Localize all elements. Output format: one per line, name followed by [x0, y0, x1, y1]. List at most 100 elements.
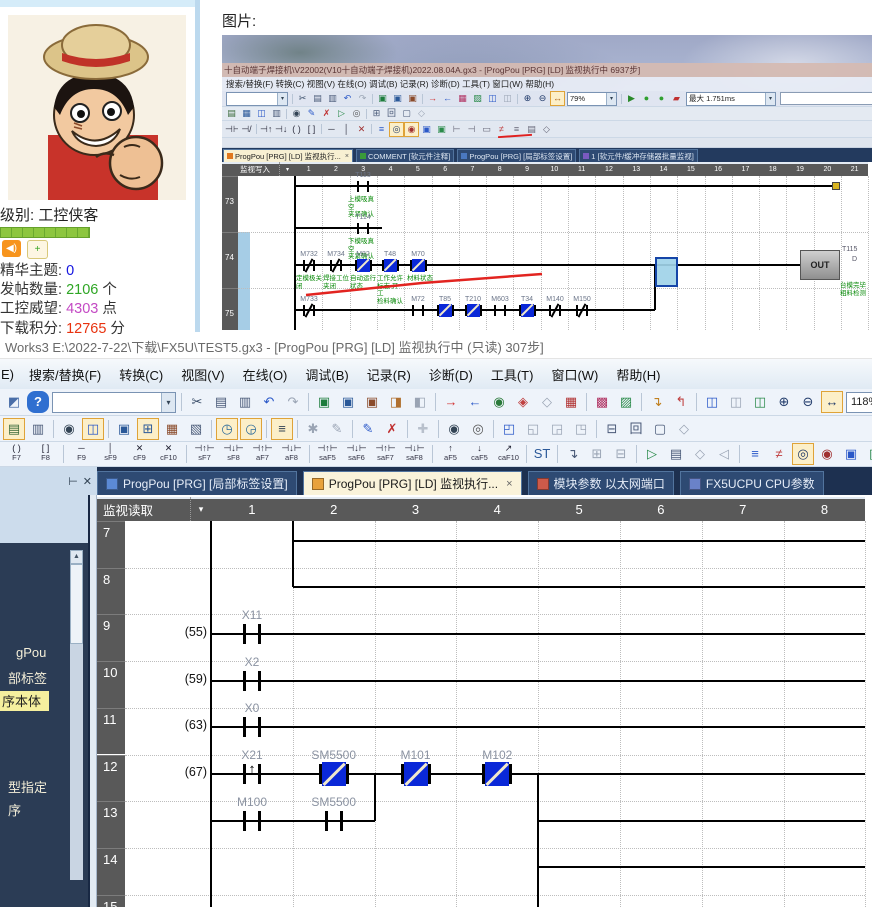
find-monitor-icon[interactable]: ◎ [792, 443, 814, 465]
find-combobox[interactable]: ▾ [52, 392, 176, 413]
ladder-symbol-button-saF6[interactable]: ⊣↓⊢saF6 [342, 442, 371, 466]
contact-SM5500[interactable] [340, 811, 343, 831]
ladder-symbol-button-caF5[interactable]: ↓caF5 [465, 442, 494, 466]
menu-item-7[interactable]: 诊断(D) [420, 365, 482, 384]
wrap-line-icon[interactable]: ↴ [562, 443, 584, 465]
find-icon[interactable]: ◉ [289, 106, 304, 121]
row-header-11[interactable]: 11 [97, 708, 125, 755]
tab-2[interactable]: 模块参数 以太网端口 [528, 471, 674, 495]
menu-item-4[interactable]: 在线(O) [234, 365, 297, 384]
misc-icon[interactable]: ◇ [539, 122, 554, 137]
search-dev-icon[interactable]: ◎ [349, 106, 364, 121]
compare-icon[interactable]: ≠ [494, 122, 509, 137]
step-out-icon[interactable]: ↰ [670, 391, 692, 413]
device-skip-icon[interactable]: ◁ [713, 443, 735, 465]
chevron-down-icon[interactable]: ▾ [606, 93, 616, 105]
layout-2-icon[interactable]: 回 [625, 418, 647, 440]
embed-scantime-combobox[interactable]: 最大 1.751ms▾ [686, 92, 776, 106]
cut-icon[interactable]: ✂ [186, 391, 208, 413]
step-in-icon[interactable]: ↴ [646, 391, 668, 413]
embed-find-combobox[interactable]: ▾ [226, 92, 288, 106]
menu-item-5[interactable]: 调试(B) [296, 365, 357, 384]
io-check-icon[interactable]: ✗ [381, 418, 403, 440]
read-from-plc-icon[interactable]: ← [440, 91, 455, 106]
close-icon[interactable]: × [506, 478, 512, 490]
edit-note-icon[interactable]: ✎ [326, 418, 348, 440]
tree-item-3[interactable]: 型指定 [8, 777, 47, 796]
menu-item-6[interactable]: 记录(R) [358, 365, 420, 384]
edit-monitor-icon[interactable]: ◉ [816, 443, 838, 465]
close-panel-icon[interactable]: ✕ [83, 475, 92, 488]
ladder-symbol-button-saF7[interactable]: ⊣↑⊢saF7 [371, 442, 400, 466]
contact-M140[interactable] [559, 305, 561, 316]
contact-on-M70[interactable] [412, 259, 425, 272]
ladder-symbol-button-F9[interactable]: ─F9 [67, 442, 96, 466]
contact-M100[interactable] [258, 811, 261, 831]
mode-dropdown-icon[interactable]: ▾ [190, 497, 211, 521]
eye-icon[interactable]: ◉ [443, 418, 465, 440]
ladder-symbol-button-cF9[interactable]: ✕cF9 [125, 442, 154, 466]
watch-icon[interactable]: ▦ [239, 106, 254, 121]
contact-X2[interactable] [258, 671, 261, 691]
restore-icon[interactable]: ◨ [385, 391, 407, 413]
status-ok-icon[interactable]: ● [639, 91, 654, 106]
undo-icon[interactable]: ↶ [258, 391, 280, 413]
falling-contact-icon[interactable]: ⊣↓⊢ [274, 122, 289, 137]
connect-2-icon[interactable]: ⊣ [464, 122, 479, 137]
search-device-icon[interactable]: ◎ [467, 418, 489, 440]
embed-zoom-combobox[interactable]: 79%▾ [567, 92, 617, 106]
ladder-symbol-button-cF10[interactable]: ✕cF10 [154, 442, 183, 466]
tree-item-2[interactable]: 序本体 [0, 691, 49, 711]
layout-1-icon[interactable]: ⊞ [369, 106, 384, 121]
menu-item-10[interactable]: 帮助(H) [607, 365, 669, 384]
status-ok2-icon[interactable]: ● [654, 91, 669, 106]
window-3-icon[interactable]: ◫ [749, 391, 771, 413]
chevron-down-icon[interactable]: ▾ [765, 93, 775, 105]
window-prev-icon[interactable]: ◱ [522, 418, 544, 440]
tab-1[interactable]: ProgPou [PRG] [LD] 监视执行...× [303, 471, 522, 495]
track-icon[interactable]: ≠ [768, 443, 790, 465]
ladder-symbol-button-sF7[interactable]: ⊣↑⊢sF7 [190, 442, 219, 466]
layout-4-icon[interactable]: ◇ [673, 418, 695, 440]
layout-3-icon[interactable]: ▢ [649, 418, 671, 440]
mode-dropdown-icon[interactable]: ▾ [279, 162, 295, 176]
tree-item-0[interactable]: gPou [16, 645, 46, 660]
block-icon[interactable]: ▭ [479, 122, 494, 137]
window-tile-icon[interactable]: ◳ [570, 418, 592, 440]
fit-width-icon[interactable]: ↔ [821, 391, 843, 413]
window-2-icon[interactable]: ◫ [725, 391, 747, 413]
embed-status-box[interactable] [780, 92, 872, 105]
contact-M72[interactable] [422, 305, 424, 316]
hk-monitor-icon[interactable]: ▣ [405, 91, 420, 106]
dev-display-icon[interactable]: ▣ [375, 91, 390, 106]
row-header-14[interactable]: 14 [97, 848, 125, 895]
monitor-write-icon[interactable]: ▦ [560, 391, 582, 413]
run-icon[interactable]: ▶ [624, 91, 639, 106]
copy-icon[interactable]: ▤ [310, 91, 325, 106]
ladder-symbol-button-aF7[interactable]: ⊣↑⊢aF7 [248, 442, 277, 466]
delete-line-icon[interactable]: ✕ [354, 122, 369, 137]
dev-batch-icon[interactable]: ▦ [455, 91, 470, 106]
contact-on-M82[interactable] [357, 259, 370, 272]
menu-item-8[interactable]: 工具(T) [482, 365, 543, 384]
ladder-symbol-button-caF10[interactable]: ↗caF10 [494, 442, 523, 466]
row-header-74[interactable]: 74 [222, 232, 238, 288]
dev-add-icon[interactable]: ▣ [434, 122, 449, 137]
contact-M72[interactable] [412, 305, 414, 316]
menu-item-1[interactable]: 搜索/替换(F) [20, 365, 110, 384]
ladder-symbol-button-F8[interactable]: [ ]F8 [31, 442, 60, 466]
tree-scrollbar-up-icon[interactable]: ▲ [70, 550, 83, 564]
layout-2-icon[interactable]: 回 [384, 106, 399, 121]
ladder-symbol-button-saF8[interactable]: ⊣↓⊢saF8 [400, 442, 429, 466]
contact-M603[interactable] [504, 305, 506, 316]
edit-mode-icon[interactable]: ▷ [641, 443, 663, 465]
row-header-12[interactable]: 12 [97, 755, 125, 802]
contact-on-T85[interactable] [439, 304, 452, 317]
menu-item-9[interactable]: 窗口(W) [542, 365, 607, 384]
read-from-plc-icon[interactable]: ← [464, 391, 486, 413]
row-header-73[interactable]: 73 [222, 176, 238, 232]
dev-monitor-icon[interactable]: ▣ [337, 391, 359, 413]
monitor-read-icon[interactable]: ◈ [512, 391, 534, 413]
dev-comment-icon[interactable]: ▣ [113, 418, 135, 440]
ladder-symbol-button-F7[interactable]: ( )F7 [2, 442, 31, 466]
